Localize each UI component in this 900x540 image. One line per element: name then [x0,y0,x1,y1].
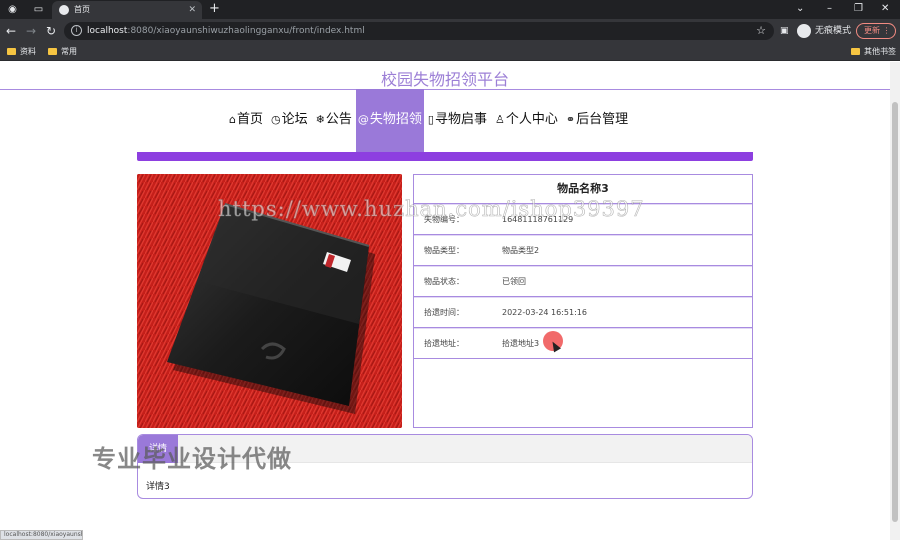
info-row-item-type: 物品类型： 物品类型2 [414,236,752,266]
folder-icon [7,48,16,55]
bookmark-star-icon[interactable]: ☆ [756,22,766,40]
close-tab-icon[interactable]: ✕ [188,1,196,19]
nav-home[interactable]: ⌂首页 [225,89,267,152]
tab-list-icon[interactable]: ⌄ [796,0,804,18]
restore-icon[interactable]: ❐ [854,0,863,18]
url-text[interactable]: localhost:8080/xiaoyaunshiwuzhaolingganx… [87,22,365,40]
info-row-found-time: 拾遗时间： 2022-03-24 16:51:16 [414,298,752,328]
field-label: 物品类型： [424,246,464,255]
notice-icon: ▯ [427,113,434,126]
field-value: 拾遗地址3 [502,339,540,348]
globe-icon [59,5,69,15]
info-row-found-address: 拾遗地址： 拾遗地址3 [414,329,752,359]
bookmarks-bar: 资料 常用 其他书签 [0,43,900,61]
new-tab-button[interactable]: + [209,0,220,18]
folder-icon [851,48,860,55]
field-label: 拾遗地址： [424,339,464,348]
asterisk-icon: ❄ [315,113,325,126]
nav-announcement[interactable]: ❄公告 [312,89,356,152]
browser-tab-strip: ◉ ▭ 首页 ✕ + ⌄ – ❐ ✕ [0,0,900,19]
info-row-item-status: 物品状态： 已领回 [414,267,752,297]
home-icon: ⌂ [229,113,236,126]
browser-menu-icon[interactable]: ◉ [6,3,19,16]
close-window-icon[interactable]: ✕ [881,0,889,18]
nav-accent-bar [137,152,753,161]
folder-icon [48,48,57,55]
status-bubble: localhost:8080/xiaoyaunshi... [0,530,83,540]
field-value: 已领回 [502,277,526,286]
tab-title: 首页 [74,5,90,14]
browser-tab[interactable]: 首页 ✕ [52,1,202,19]
page-scrollbar[interactable] [890,62,900,540]
browser-toolbar: ← → ↻ i localhost:8080/xiaoyaunshiwuzhao… [0,19,900,43]
watermark-url: https://www.huzhan.com/ishop39397 [218,197,645,222]
detail-content: 详情3 [146,482,170,492]
nav-admin[interactable]: ⚭后台管理 [562,89,632,152]
incognito-label: 无痕模式 [815,26,852,36]
incognito-icon [797,24,811,38]
nav-personal-center[interactable]: ♙个人中心 [491,89,562,152]
minimize-icon[interactable]: – [827,0,832,18]
tab-search-icon[interactable]: ▭ [32,3,45,16]
nav-lost-notice[interactable]: ▯寻物启事 [424,89,491,152]
forward-icon[interactable]: → [24,22,38,40]
clock-icon: ◷ [271,113,281,126]
user-icon: ♙ [494,113,505,126]
link-icon: ⚭ [565,113,576,126]
at-icon: @ [357,113,369,126]
field-label: 物品状态： [424,277,464,286]
field-label: 拾遗时间： [424,308,464,317]
main-nav: ⌂首页 ◷论坛 ❄公告 @失物招领 ▯寻物启事 ♙个人中心 ⚭后台管理 [225,89,632,152]
update-button[interactable]: 更新 ⋮ [856,23,896,39]
watermark-text: 专业毕业设计代做 [92,445,292,473]
field-value: 2022-03-24 16:51:16 [502,308,587,317]
bookmark-folder-2[interactable]: 常用 [48,43,77,60]
site-title: 校园失物招领平台 [380,70,509,89]
bookmark-folder-1[interactable]: 资料 [7,43,36,60]
back-icon[interactable]: ← [4,22,18,40]
other-bookmarks[interactable]: 其他书签 [851,43,896,60]
nav-forum[interactable]: ◷论坛 [267,89,312,152]
scrollbar-thumb[interactable] [892,102,898,522]
address-bar[interactable]: i localhost:8080/xiaoyaunshiwuzhaolingga… [64,22,774,40]
side-panel-icon[interactable]: ▣ [780,22,789,40]
reload-icon[interactable]: ↻ [44,22,58,40]
nav-lost-found[interactable]: @失物招领 [355,89,424,152]
site-info-icon[interactable]: i [71,25,82,36]
field-value: 物品类型2 [502,246,540,255]
